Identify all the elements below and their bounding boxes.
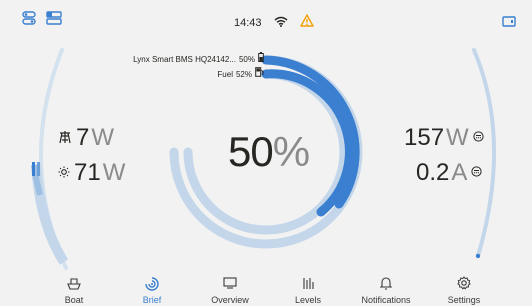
dc-current: 0.2 A bbox=[416, 159, 482, 187]
nav-label: Notifications bbox=[361, 295, 411, 305]
current-value: 0.2 bbox=[416, 159, 450, 186]
solar-tower-icon bbox=[58, 130, 72, 147]
tank-name: Fuel bbox=[217, 70, 233, 79]
nav-label: Levels bbox=[294, 295, 321, 305]
nav-label: Brief bbox=[142, 295, 162, 305]
battery-icon bbox=[258, 52, 264, 67]
state-of-charge: 50% bbox=[228, 128, 310, 176]
ac-value: 71 bbox=[74, 159, 101, 186]
fuel-icon bbox=[255, 67, 264, 82]
tank-name: Lynx Smart BMS HQ24142... bbox=[133, 55, 236, 64]
tank-labels: Lynx Smart BMS HQ24142... 50% Fuel 52% bbox=[133, 52, 264, 82]
ac-input-power: 71 W bbox=[58, 159, 125, 187]
left-gauge-marker bbox=[32, 162, 35, 176]
ac-unit: W bbox=[102, 159, 126, 186]
power-value: 157 bbox=[404, 124, 445, 151]
nav-item-brief[interactable]: Brief bbox=[112, 276, 192, 305]
tank-level: 52% bbox=[235, 70, 252, 79]
tank-level: 50% bbox=[238, 55, 255, 64]
overview-icon bbox=[222, 276, 238, 292]
right-gauge-track bbox=[472, 48, 497, 258]
current-unit: A bbox=[451, 159, 468, 186]
boat-icon bbox=[66, 276, 82, 292]
solar-value: 7 bbox=[76, 124, 90, 151]
dc-icon bbox=[473, 131, 484, 145]
brief-page: 14:43 Lynx Smart BMS HQ24142... 50% Fuel… bbox=[0, 0, 532, 306]
nav-item-overview[interactable]: Overview bbox=[190, 276, 270, 305]
power-unit: W bbox=[446, 124, 469, 151]
solar-power: 7W bbox=[58, 124, 114, 152]
bell-icon bbox=[379, 276, 393, 292]
gear-icon bbox=[457, 276, 471, 292]
nav-label: Overview bbox=[211, 295, 249, 305]
levels-icon bbox=[301, 276, 315, 292]
nav-label: Settings bbox=[447, 295, 481, 305]
nav-item-notifications[interactable]: Notifications bbox=[346, 276, 426, 305]
nav-item-boat[interactable]: Boat bbox=[34, 276, 114, 305]
brief-icon bbox=[144, 276, 160, 292]
sun-icon bbox=[58, 165, 70, 181]
nav-item-levels[interactable]: Levels bbox=[268, 276, 348, 305]
soc-value: 50 bbox=[228, 128, 274, 175]
nav-item-settings[interactable]: Settings bbox=[424, 276, 504, 305]
dc-icon bbox=[471, 166, 482, 180]
bottom-nav: Boat Brief Overview Levels Notifications bbox=[0, 272, 532, 306]
solar-unit: W bbox=[91, 124, 115, 151]
tank-row-bms: Lynx Smart BMS HQ24142... 50% bbox=[133, 52, 264, 67]
dc-power: 157 W bbox=[404, 124, 484, 152]
left-gauge-marker-2 bbox=[37, 162, 40, 176]
nav-label: Boat bbox=[64, 295, 84, 305]
soc-unit: % bbox=[272, 128, 310, 175]
tank-row-fuel: Fuel 52% bbox=[133, 67, 264, 82]
right-gauge-marker bbox=[475, 253, 481, 259]
